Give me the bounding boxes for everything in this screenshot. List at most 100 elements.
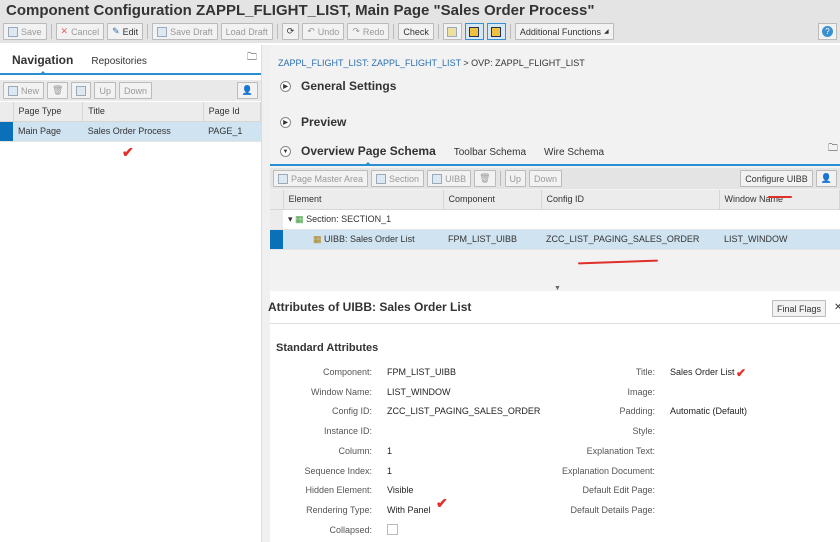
column-header[interactable]: Element bbox=[283, 190, 444, 210]
save-label: Save bbox=[21, 26, 42, 37]
column-header[interactable]: Title bbox=[82, 102, 204, 122]
table-row[interactable]: Main Page Sales Order Process PAGE_1 bbox=[0, 121, 261, 142]
check-mark-annotation: ✔ bbox=[436, 495, 448, 511]
tab-repositories[interactable]: Repositories bbox=[91, 56, 147, 73]
check-button[interactable]: Check bbox=[398, 23, 434, 40]
schema-tabs: ▼ Overview Page Schema Toolbar Schema Wi… bbox=[270, 140, 840, 166]
edit-label: Edit bbox=[122, 26, 139, 37]
edit-button[interactable]: ✎ Edit bbox=[107, 23, 144, 40]
window-name-cell: LIST_WINDOW bbox=[719, 229, 840, 250]
title-cell: Sales Order Process bbox=[82, 121, 204, 142]
help-button[interactable]: ? bbox=[818, 23, 837, 40]
row-selector[interactable] bbox=[270, 229, 283, 250]
down-button[interactable]: Down bbox=[118, 82, 152, 99]
vertical-splitter[interactable] bbox=[262, 45, 270, 542]
load-draft-button[interactable]: Load Draft bbox=[220, 23, 273, 40]
delete-button[interactable]: 🗑 bbox=[47, 82, 69, 99]
attribute-value: LIST_WINDOW bbox=[387, 386, 451, 397]
attribute-label: Title: bbox=[635, 367, 655, 377]
collapse-icon[interactable]: ▼ bbox=[280, 146, 291, 157]
copy-button[interactable] bbox=[71, 82, 92, 99]
cancel-button[interactable]: ✕ Cancel bbox=[55, 23, 105, 40]
personalize-button[interactable]: 👤 bbox=[815, 170, 837, 187]
folder-icon[interactable]: 🗀 bbox=[828, 141, 838, 158]
pages-table: Page Type Title Page Id Main Page Sales Ord… bbox=[0, 102, 262, 142]
breadcrumb-link[interactable]: ZAPPL_FLIGHT_LIST: ZAPPL_FLIGHT_LIST bbox=[278, 58, 461, 68]
save-icon bbox=[8, 26, 18, 37]
left-tabs: Navigation Repositories 🗀 bbox=[0, 45, 261, 75]
save-draft-button[interactable]: Save Draft bbox=[152, 23, 218, 40]
attribute-label: Hidden Element: bbox=[305, 485, 372, 496]
layout-toggle-2[interactable] bbox=[464, 23, 484, 40]
attribute-value: ZCC_LIST_PAGING_SALES_ORDER bbox=[387, 406, 541, 417]
folder-icon[interactable]: 🗀 bbox=[247, 50, 257, 67]
save-button[interactable]: Save bbox=[3, 23, 47, 40]
trash-icon: 🗑 bbox=[52, 85, 64, 95]
component-cell: FPM_LIST_UIBB bbox=[443, 229, 541, 250]
configure-uibb-button[interactable]: Configure UIBB bbox=[740, 170, 813, 187]
section-button[interactable]: Section bbox=[371, 170, 425, 187]
personalize-button[interactable]: 👤 bbox=[236, 82, 258, 99]
attribute-value: Automatic (Default) bbox=[670, 406, 748, 417]
column-header[interactable]: Page Type bbox=[13, 102, 84, 122]
cancel-icon: ✕ bbox=[60, 26, 69, 36]
page-type-cell: Main Page bbox=[13, 121, 83, 142]
down-button[interactable]: Down bbox=[529, 170, 563, 187]
select-all-icon[interactable] bbox=[270, 190, 284, 210]
left-toolbar: New 🗑 Up Down 👤 bbox=[0, 80, 261, 101]
close-icon[interactable]: ✕ bbox=[834, 302, 840, 313]
redo-button[interactable]: ↷ Redo bbox=[347, 23, 390, 40]
page-master-area-button[interactable]: Page Master Area bbox=[273, 170, 369, 187]
preview-panel[interactable]: ▶ Preview bbox=[270, 104, 840, 140]
delete-button[interactable]: 🗑 bbox=[474, 170, 496, 187]
attribute-label: Sequence Index: bbox=[304, 465, 372, 476]
uibb-button[interactable]: UIBB bbox=[427, 170, 472, 187]
save-draft-label: Save Draft bbox=[170, 26, 213, 37]
table-row[interactable]: ▦ UIBB: Sales Order List FPM_LIST_UIBB ZCC… bbox=[270, 229, 840, 250]
up-button[interactable]: Up bbox=[504, 170, 527, 187]
column-header[interactable]: Config ID bbox=[541, 190, 720, 210]
copy-icon bbox=[76, 85, 87, 96]
column-header[interactable]: Window Name bbox=[719, 190, 840, 210]
expand-icon[interactable]: ▶ bbox=[280, 116, 291, 128]
expand-toggle-icon[interactable]: ▾ bbox=[288, 214, 293, 224]
underline-annotation bbox=[768, 196, 792, 198]
collapsed-checkbox[interactable] bbox=[387, 523, 398, 535]
page-title: Component Configuration ZAPPL_FLIGHT_LIS… bbox=[0, 0, 840, 22]
expand-icon[interactable]: ▶ bbox=[280, 80, 291, 92]
layout-toggle-3[interactable] bbox=[486, 23, 506, 40]
tab-overview-page-schema[interactable]: Overview Page Schema bbox=[301, 144, 436, 166]
panel-title: General Settings bbox=[301, 79, 397, 93]
attribute-value: FPM_LIST_UIBB bbox=[387, 367, 457, 377]
add-icon bbox=[376, 173, 387, 184]
undo-button[interactable]: ↶ Undo bbox=[302, 23, 345, 40]
tab-navigation[interactable]: Navigation bbox=[12, 53, 73, 75]
navigation-panel: Navigation Repositories 🗀 New 🗑 Up Down … bbox=[0, 45, 262, 542]
up-button[interactable]: Up bbox=[94, 82, 116, 99]
label: Section bbox=[389, 173, 420, 184]
tab-wire-schema[interactable]: Wire Schema bbox=[544, 147, 604, 164]
row-selector[interactable] bbox=[0, 121, 13, 142]
column-header[interactable]: Page Id bbox=[203, 102, 262, 122]
refresh-button[interactable]: ⟳ bbox=[281, 23, 300, 40]
attributes-panel: Attributes of UIBB: Sales Order List Fin… bbox=[268, 294, 840, 542]
additional-functions-button[interactable]: Additional Functions ◢ bbox=[514, 23, 614, 40]
collapse-arrow-icon[interactable]: ▼ bbox=[554, 285, 561, 292]
attribute-label: Default Edit Page: bbox=[582, 485, 655, 496]
new-label: New bbox=[21, 85, 40, 96]
element-cell: Section: SECTION_1 bbox=[306, 213, 392, 224]
attribute-label: Rendering Type: bbox=[306, 504, 372, 515]
attribute-label: Explanation Text: bbox=[586, 445, 655, 456]
table-row[interactable]: ▾ ▦ Section: SECTION_1 bbox=[270, 209, 840, 230]
new-button[interactable]: New bbox=[3, 82, 45, 99]
tab-toolbar-schema[interactable]: Toolbar Schema bbox=[454, 147, 526, 164]
schema-table: Element Component Config ID Window Name ▾ ▦… bbox=[270, 190, 840, 250]
general-settings-panel[interactable]: ▶ General Settings bbox=[270, 68, 840, 104]
attribute-value: Sales Order List bbox=[670, 367, 735, 377]
column-header[interactable]: Component bbox=[443, 190, 542, 210]
schema-area: ZAPPL_FLIGHT_LIST: ZAPPL_FLIGHT_LIST > O… bbox=[270, 45, 840, 292]
main-toolbar: Save ✕ Cancel ✎ Edit Save Draft Load Draft… bbox=[0, 20, 840, 43]
final-flags-button[interactable]: Final Flags bbox=[772, 300, 827, 317]
layout-toggle-1[interactable] bbox=[442, 23, 462, 40]
attribute-label: Image: bbox=[627, 386, 655, 397]
